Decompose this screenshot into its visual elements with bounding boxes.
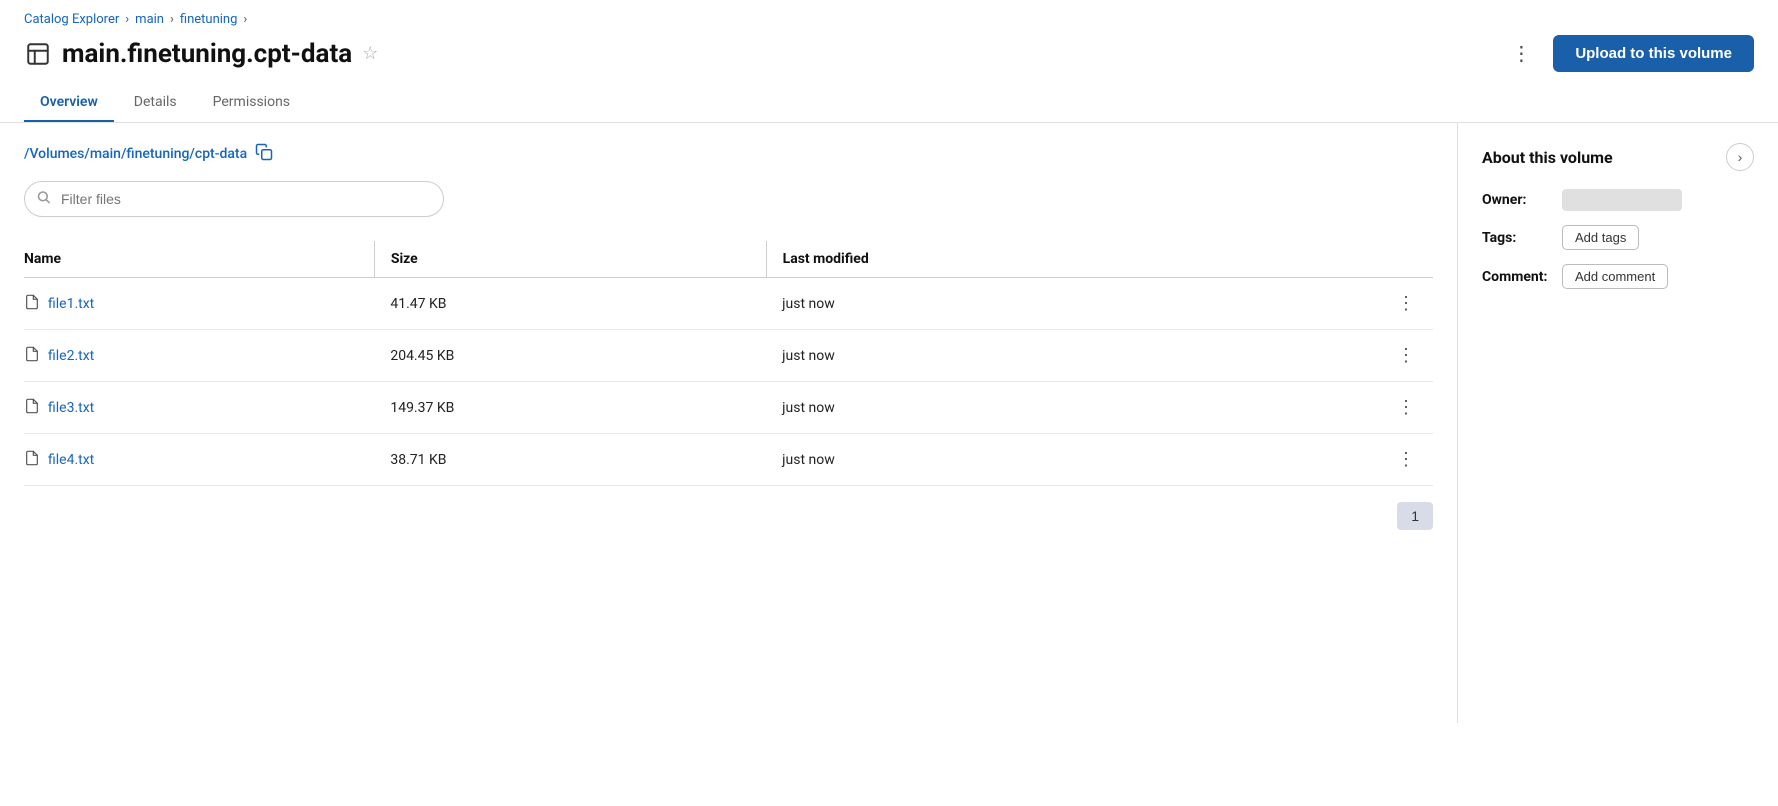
- filter-input[interactable]: [24, 181, 444, 217]
- page-title: main.finetuning.cpt-data: [62, 39, 352, 69]
- breadcrumb-sep-1: ›: [125, 12, 129, 27]
- comment-row: Comment: Add comment: [1482, 264, 1754, 289]
- about-title-text: About this volume: [1482, 148, 1613, 167]
- volume-path: /Volumes/main/finetuning/cpt-data: [24, 146, 247, 162]
- volume-icon: [24, 40, 52, 68]
- about-section-title: About this volume ›: [1482, 143, 1754, 171]
- upload-button[interactable]: Upload to this volume: [1553, 35, 1754, 72]
- file-actions-3: ⋮: [1254, 434, 1433, 486]
- breadcrumb-catalog-explorer[interactable]: Catalog Explorer: [24, 12, 119, 27]
- file-actions-2: ⋮: [1254, 382, 1433, 434]
- table-row: file3.txt 149.37 KB just now ⋮: [24, 382, 1433, 434]
- page-1-button[interactable]: 1: [1397, 502, 1433, 530]
- table-row: file4.txt 38.71 KB just now ⋮: [24, 434, 1433, 486]
- add-comment-button[interactable]: Add comment: [1562, 264, 1668, 289]
- breadcrumb-sep-2: ›: [170, 12, 174, 27]
- left-panel: /Volumes/main/finetuning/cpt-data Nam: [0, 123, 1458, 723]
- file-icon-3: [24, 449, 40, 471]
- main-content: /Volumes/main/finetuning/cpt-data Nam: [0, 123, 1778, 723]
- breadcrumb-main[interactable]: main: [135, 12, 164, 27]
- file-name-cell-2: file3.txt: [24, 382, 374, 434]
- tags-label: Tags:: [1482, 230, 1552, 246]
- file-name-cell-3: file4.txt: [24, 434, 374, 486]
- breadcrumb-sep-3: ›: [243, 12, 247, 27]
- file-modified-3: just now: [766, 434, 1254, 486]
- file-name-cell-0: file1.txt: [24, 278, 374, 330]
- file-modified-1: just now: [766, 330, 1254, 382]
- star-icon[interactable]: ☆: [362, 43, 378, 64]
- file-size-0: 41.47 KB: [374, 278, 766, 330]
- owner-row: Owner:: [1482, 189, 1754, 211]
- breadcrumb: Catalog Explorer › main › finetuning ›: [24, 12, 1754, 27]
- file-name-cell-1: file2.txt: [24, 330, 374, 382]
- file-icon-0: [24, 293, 40, 315]
- row-menu-button-2[interactable]: ⋮: [1391, 395, 1421, 420]
- tab-permissions[interactable]: Permissions: [197, 84, 306, 122]
- col-modified: Last modified: [766, 241, 1254, 278]
- file-icon-2: [24, 397, 40, 419]
- title-actions: ⋮ Upload to this volume: [1503, 35, 1754, 72]
- owner-value: [1562, 189, 1682, 211]
- add-tags-button[interactable]: Add tags: [1562, 225, 1639, 250]
- owner-label: Owner:: [1482, 192, 1552, 208]
- file-size-1: 204.45 KB: [374, 330, 766, 382]
- file-name-0[interactable]: file1.txt: [48, 296, 94, 312]
- volume-path-row: /Volumes/main/finetuning/cpt-data: [24, 143, 1433, 165]
- top-bar: Catalog Explorer › main › finetuning › m…: [0, 0, 1778, 123]
- file-actions-0: ⋮: [1254, 278, 1433, 330]
- table-row: file2.txt 204.45 KB just now ⋮: [24, 330, 1433, 382]
- pagination: 1: [24, 486, 1433, 530]
- more-options-button[interactable]: ⋮: [1503, 37, 1539, 70]
- right-panel: About this volume › Owner: Tags: Add tag…: [1458, 123, 1778, 723]
- tags-row: Tags: Add tags: [1482, 225, 1754, 250]
- search-icon: [36, 190, 51, 209]
- tabs: Overview Details Permissions: [24, 84, 1754, 122]
- tab-overview[interactable]: Overview: [24, 84, 114, 122]
- file-size-2: 149.37 KB: [374, 382, 766, 434]
- row-menu-button-3[interactable]: ⋮: [1391, 447, 1421, 472]
- copy-path-icon[interactable]: [255, 143, 273, 165]
- file-name-3[interactable]: file4.txt: [48, 452, 94, 468]
- file-actions-1: ⋮: [1254, 330, 1433, 382]
- row-menu-button-0[interactable]: ⋮: [1391, 291, 1421, 316]
- file-icon-1: [24, 345, 40, 367]
- comment-label: Comment:: [1482, 269, 1552, 285]
- tab-details[interactable]: Details: [118, 84, 193, 122]
- file-name-2[interactable]: file3.txt: [48, 400, 94, 416]
- col-actions: [1254, 241, 1433, 278]
- file-table: Name Size Last modified file1.txt: [24, 241, 1433, 486]
- breadcrumb-finetuning[interactable]: finetuning: [180, 12, 238, 27]
- table-row: file1.txt 41.47 KB just now ⋮: [24, 278, 1433, 330]
- col-size: Size: [374, 241, 766, 278]
- title-left: main.finetuning.cpt-data ☆: [24, 39, 378, 69]
- file-modified-0: just now: [766, 278, 1254, 330]
- filter-input-wrap: [24, 181, 444, 217]
- file-name-1[interactable]: file2.txt: [48, 348, 94, 364]
- title-row: main.finetuning.cpt-data ☆ ⋮ Upload to t…: [24, 35, 1754, 72]
- expand-button[interactable]: ›: [1726, 143, 1754, 171]
- file-modified-2: just now: [766, 382, 1254, 434]
- file-size-3: 38.71 KB: [374, 434, 766, 486]
- row-menu-button-1[interactable]: ⋮: [1391, 343, 1421, 368]
- col-name: Name: [24, 241, 374, 278]
